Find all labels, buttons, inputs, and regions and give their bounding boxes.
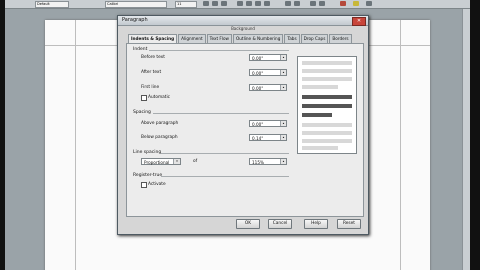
tab-text-flow[interactable]: Text Flow (206, 34, 232, 43)
preview-line (302, 123, 352, 127)
register-true-divider (161, 176, 289, 177)
first-line-label: First line (141, 85, 160, 90)
align-center-icon[interactable] (246, 1, 252, 6)
first-line-value: 0.00" (252, 86, 264, 91)
tab-indents-spacing[interactable]: Indents & Spacing (128, 34, 178, 43)
decrease-indent-icon[interactable] (310, 1, 316, 6)
dialog-subtitle: Background (231, 26, 255, 31)
line-spacing-value: 115% (252, 160, 264, 165)
after-text-value: 0.00" (252, 71, 264, 76)
page-margin-left (75, 20, 76, 270)
spin-arrows-icon[interactable]: ▴ (280, 159, 286, 164)
preview-line-selected (302, 104, 352, 108)
before-text-value: 0.00" (252, 56, 264, 61)
spin-arrows-icon[interactable]: ▴ (280, 85, 286, 90)
tab-outline-numbering[interactable]: Outline & Numbering (232, 34, 284, 43)
numbering-icon[interactable] (285, 1, 291, 6)
after-text-label: After text (141, 70, 162, 75)
preview-line-selected (302, 95, 352, 99)
chevron-down-icon[interactable]: ▾ (173, 159, 180, 164)
above-paragraph-label: Above paragraph (141, 121, 179, 126)
preview-line (302, 69, 352, 73)
preview-line (302, 61, 352, 65)
tab-tabs[interactable]: Tabs (284, 34, 300, 43)
tab-alignment[interactable]: Alignment (178, 34, 206, 43)
cancel-button[interactable]: Cancel (268, 219, 292, 229)
tab-borders[interactable]: Borders (329, 34, 352, 43)
indents-spacing-panel: Indent Before text 0.00" ▴ After text 0.… (126, 43, 364, 217)
highlight-icon[interactable] (353, 1, 359, 6)
formatting-toolbar: Default Calibri 11 (5, 0, 470, 9)
close-icon: ✕ (356, 18, 362, 24)
spin-arrows-icon[interactable]: ▴ (280, 70, 286, 75)
screen: Default Calibri 11 Paragraph ✕ Backgroun… (5, 0, 470, 270)
letterbox-left (0, 0, 5, 270)
underline-icon[interactable] (221, 1, 227, 6)
paragraph-dialog: Paragraph ✕ Background Indents & Spacing… (117, 15, 369, 235)
register-true-section-title: Register-true (133, 173, 163, 178)
align-left-icon[interactable] (237, 1, 243, 6)
paragraph-style-value: Default (37, 2, 50, 6)
bullets-icon[interactable] (294, 1, 300, 6)
below-paragraph-value: 0.14" (252, 136, 264, 141)
before-text-label: Before text (141, 55, 165, 60)
spin-arrows-icon[interactable]: ▴ (280, 121, 286, 126)
preview-line-selected (302, 113, 332, 117)
close-button[interactable]: ✕ (352, 17, 366, 26)
above-paragraph-value: 0.00" (252, 122, 264, 127)
align-right-icon[interactable] (255, 1, 261, 6)
before-text-input[interactable]: 0.00" ▴ (249, 54, 287, 61)
font-name-value: Calibri (107, 2, 119, 6)
spacing-section-title: Spacing (133, 110, 151, 115)
dialog-title: Paragraph (122, 17, 148, 23)
after-text-input[interactable]: 0.00" ▴ (249, 69, 287, 76)
help-button[interactable]: Help (304, 219, 328, 229)
dialog-buttons: OK Cancel Help Reset (118, 219, 368, 231)
automatic-label: Automatic (148, 95, 171, 100)
line-spacing-divider (161, 153, 289, 154)
automatic-checkbox[interactable] (141, 95, 147, 101)
spacing-divider (153, 113, 289, 114)
below-paragraph-label: Below paragraph (141, 135, 178, 140)
line-spacing-value-input[interactable]: 115% ▴ (249, 158, 287, 165)
paragraph-style-select[interactable]: Default (35, 1, 69, 8)
below-paragraph-input[interactable]: 0.14" ▴ (249, 134, 287, 141)
letterbox-right (470, 0, 480, 270)
tab-drop-caps[interactable]: Drop Caps (300, 34, 329, 43)
preview-line (302, 77, 352, 81)
italic-icon[interactable] (212, 1, 218, 6)
line-spacing-mode: Proportional (144, 160, 170, 165)
paragraph-preview (297, 56, 357, 154)
preview-line (302, 139, 352, 143)
vertical-scrollbar[interactable] (462, 9, 470, 270)
indent-divider (149, 50, 289, 51)
dialog-tabs: Indents & Spacing Alignment Text Flow Ou… (128, 34, 353, 43)
reset-button[interactable]: Reset (337, 219, 361, 229)
line-spacing-of-label: of (193, 159, 198, 164)
dialog-titlebar[interactable]: Paragraph ✕ (118, 16, 368, 26)
preview-line (302, 146, 338, 150)
font-color-icon[interactable] (340, 1, 346, 6)
indent-section-title: Indent (133, 47, 148, 52)
activate-label: Activate (148, 182, 166, 187)
bold-icon[interactable] (203, 1, 209, 6)
above-paragraph-input[interactable]: 0.00" ▴ (249, 120, 287, 127)
line-spacing-section-title: Line spacing (133, 150, 162, 155)
font-size-select[interactable]: 11 (175, 1, 197, 8)
spin-arrows-icon[interactable]: ▴ (280, 55, 286, 60)
page-margin-right (400, 20, 401, 270)
spin-arrows-icon[interactable]: ▴ (280, 135, 286, 140)
first-line-input[interactable]: 0.00" ▴ (249, 84, 287, 91)
line-spacing-select[interactable]: Proportional ▾ (141, 158, 181, 165)
font-size-value: 11 (177, 2, 182, 6)
activate-checkbox[interactable] (141, 182, 147, 188)
font-name-select[interactable]: Calibri (105, 1, 167, 8)
preview-line (302, 131, 352, 135)
increase-indent-icon[interactable] (319, 1, 325, 6)
justify-icon[interactable] (264, 1, 270, 6)
background-color-icon[interactable] (366, 1, 372, 6)
ok-button[interactable]: OK (236, 219, 260, 229)
preview-line (302, 85, 338, 89)
